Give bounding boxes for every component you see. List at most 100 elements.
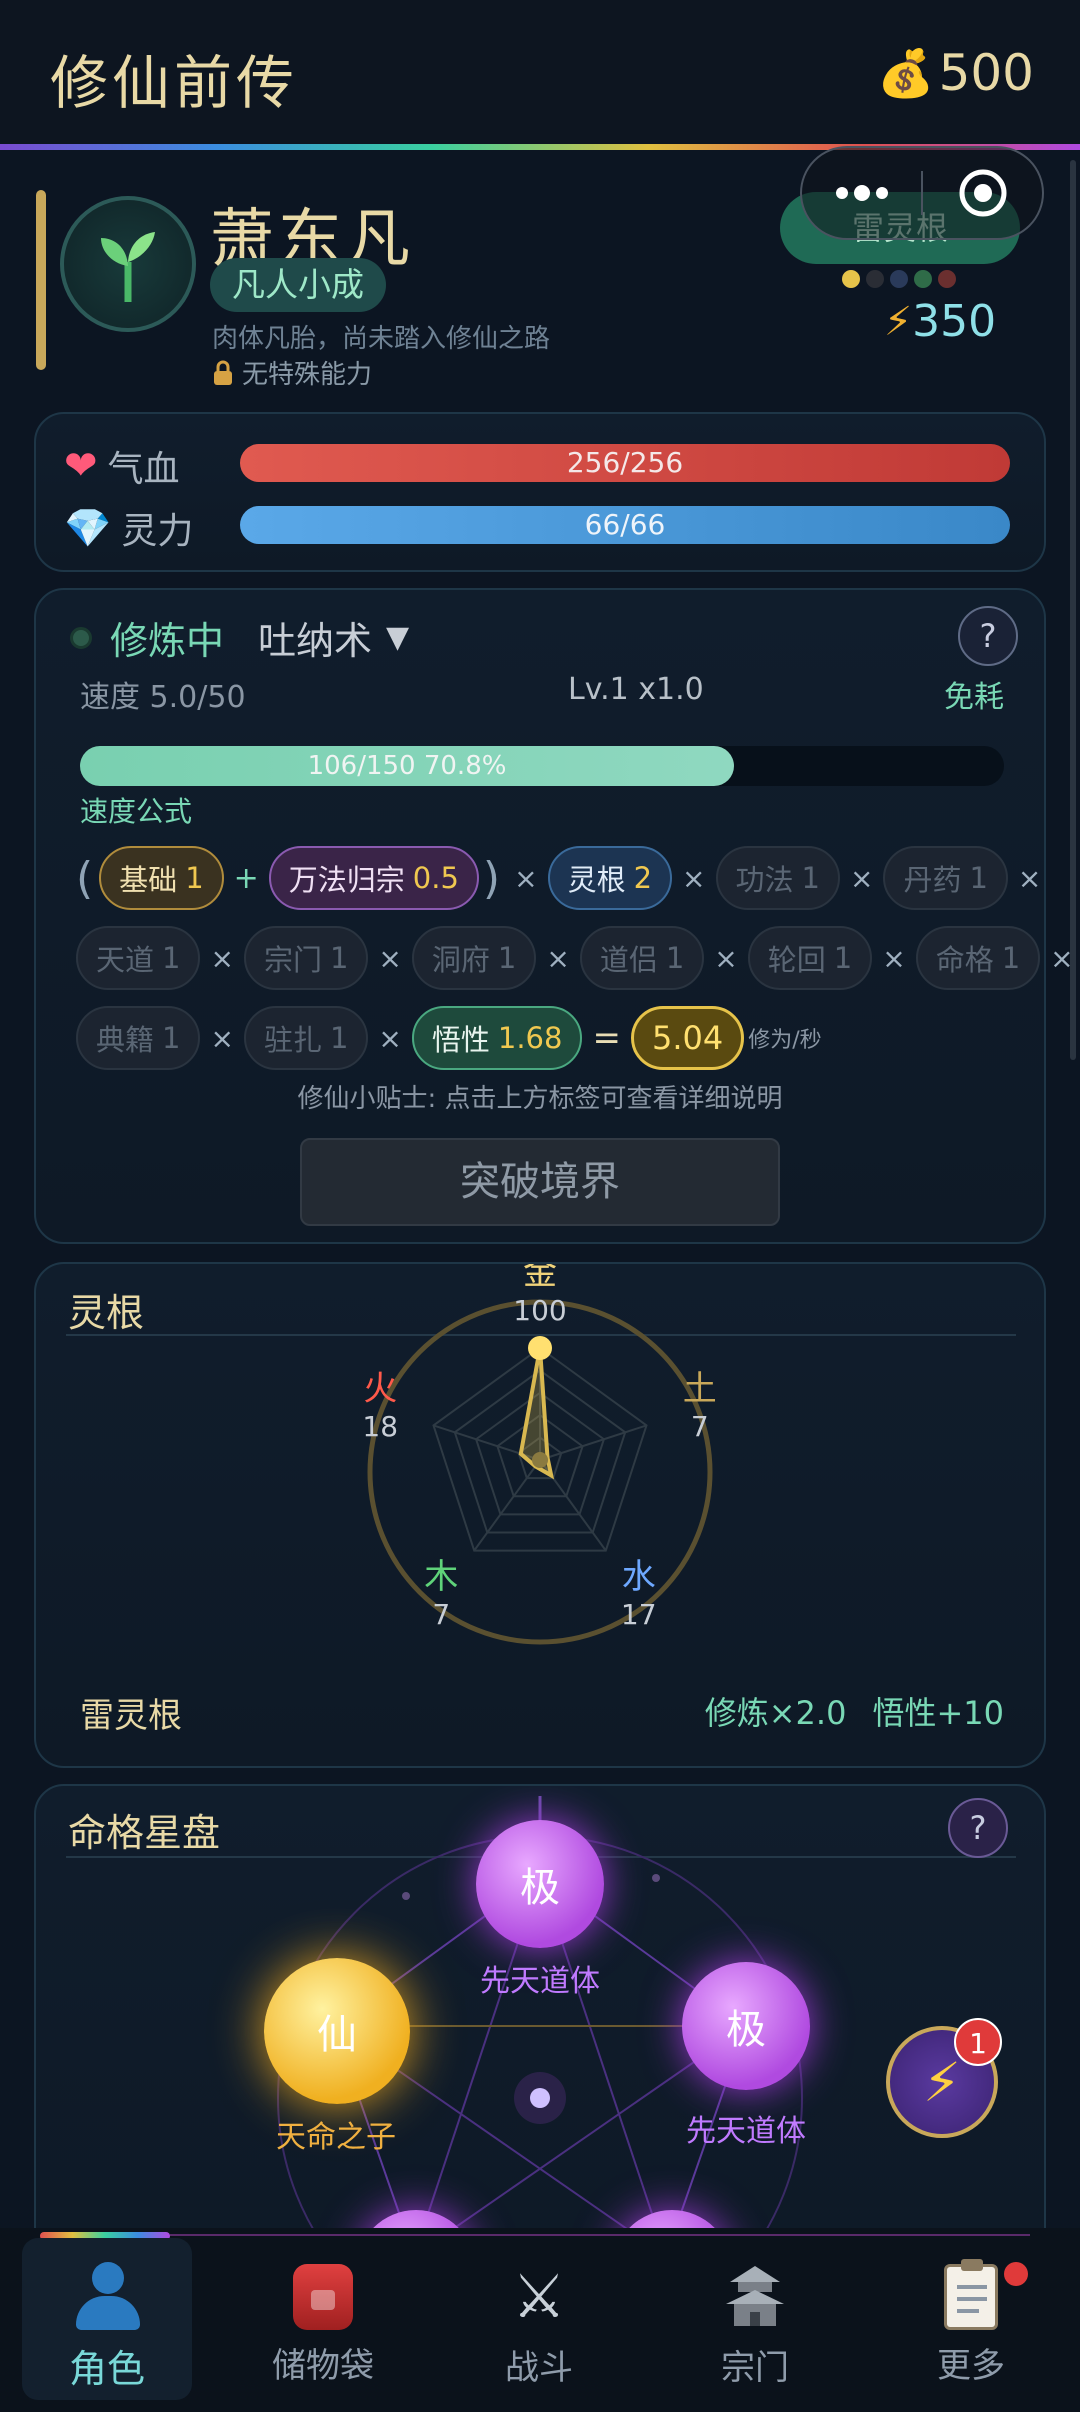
times-sign: × [546,941,570,975]
term-name: 典籍 [96,1023,155,1057]
root-bonuses: 修炼×2.0 悟性+10 [705,1688,1004,1734]
hp-row: ❤ 气血 [64,440,180,492]
term-name: 基础 [119,863,178,897]
element-name: 水 [622,1557,656,1597]
term-name: 万法归宗 [288,863,405,897]
tab-storage[interactable]: 储物袋 [238,2240,408,2400]
mp-row: 💎 灵力 [64,502,193,554]
term-value: 1 [833,941,853,975]
tab-label: 宗门 [721,2348,789,2388]
term-pill[interactable]: 丹药 1 [883,846,1008,910]
term-base[interactable]: 基础 1 [99,846,224,910]
breakthrough-label: 突破境界 [460,1159,620,1205]
term-value: 1.68 [497,1021,563,1055]
times-sign: × [210,941,234,975]
scrollbar[interactable] [1070,160,1076,1060]
plus-sign: + [233,860,259,896]
term-technique[interactable]: 功法 1 [715,846,840,910]
quick-action-button[interactable]: ⚡ 1 [886,2018,1002,2138]
tip-text: 修仙小贴士: 点击上方标签可查看详细说明 [297,1084,783,1114]
element-name: 金 [523,1264,557,1293]
tab-label: 更多 [937,2346,1005,2386]
equals-sign: = [592,1018,621,1058]
formula-row-3: 典籍 1 × 驻扎 1 × 悟性 1.68 = 5.04 修为/秒 [76,1006,822,1070]
ability-line: 无特殊能力 [212,354,372,391]
term-partner[interactable]: 道侣 1 [579,926,705,990]
root-dots [842,270,956,288]
energy-display: ⚡ 350 [884,296,996,347]
term-station[interactable]: 驻扎 1 [243,1006,369,1070]
money-bag-icon: 💰 [877,45,935,100]
times-sign: × [714,941,738,975]
element-name: 木 [424,1557,458,1597]
term-books[interactable]: 典籍 1 [76,1006,201,1070]
element-name: 土 [683,1369,717,1409]
realm-badge[interactable]: 凡人小成 [210,258,386,312]
star-glyph: 极 [520,1865,560,1911]
notification-dot [1004,2262,1028,2286]
crossed-swords-icon: ⚔ [512,2262,566,2332]
breakthrough-button[interactable]: 突破境界 [300,1138,780,1226]
pagoda-icon [726,2266,784,2326]
root-dot [890,270,908,288]
technique-name: 吐纳术 [258,619,373,663]
lightning-icon: ⚡ [884,298,913,345]
mp-label: 灵力 [121,511,194,552]
term-heaven[interactable]: 天道 1 [76,926,201,990]
times-sign: × [210,1021,234,1055]
element-value: 100 [513,1294,566,1327]
term-value: 1 [801,861,820,895]
star-node-left[interactable]: 仙 [264,1958,410,2104]
formula-title: 速度公式 [80,795,193,828]
tab-sect[interactable]: 宗门 [670,2240,840,2400]
term-name: 悟性 [431,1023,490,1057]
tab-character[interactable]: 角色 [22,2238,192,2400]
term-value: 1 [969,861,988,895]
term-value: 1 [497,941,517,975]
tab-more[interactable]: 更多 [886,2240,1056,2400]
paren-close: ) [482,852,501,904]
radar-point [528,1336,552,1360]
gold-amount: 500 [938,44,1034,102]
technique-select[interactable]: 吐纳术 ▼ [258,610,409,665]
dots-icon [835,185,888,201]
term-fate[interactable]: 命格 1 [915,926,1041,990]
star-node-top[interactable]: 极 [476,1820,604,1948]
progress-text: 106/150 70.8% [307,751,507,781]
avatar[interactable] [60,196,196,332]
tab-label: 角色 [68,2347,145,2391]
term-name: 丹药 [903,863,962,897]
star-node-right[interactable]: 极 [682,1962,810,2090]
more-menu-button[interactable] [802,148,921,238]
element-value: 7 [691,1410,709,1443]
cultivation-status: 修炼中 [110,619,225,663]
term-sect[interactable]: 宗门 1 [243,926,369,990]
backpack-icon [293,2264,353,2330]
close-miniprogram-button[interactable] [923,148,1042,238]
tab-divider [170,2234,1030,2236]
paren-open: ( [76,852,94,904]
target-icon [959,169,1006,217]
term-name: 驻扎 [263,1023,322,1057]
term-reincarnation[interactable]: 轮回 1 [747,926,873,990]
cultivation-help-button[interactable]: ? [958,606,1018,666]
term-name: 天道 [96,943,155,977]
clipboard-icon [944,2259,998,2330]
term-name: 功法 [735,863,794,897]
gold-display: 💰 500 [877,44,1034,102]
cultivation-header: 修炼中 吐纳术 ▼ [70,610,409,665]
tab-battle[interactable]: ⚔ 战斗 [454,2240,624,2400]
term-insight[interactable]: 悟性 1.68 [411,1006,583,1070]
root-dot [842,270,860,288]
star-glyph: 仙 [317,2012,357,2058]
times-sign: × [378,941,402,975]
term-name: 轮回 [767,943,826,977]
app-header: 修仙前传 💰 500 [0,0,1080,148]
character-desc: 肉体凡胎，尚未踏入修仙之路 [212,324,551,354]
result-unit: 修为/秒 [748,1028,822,1053]
notification-badge: 1 [954,2018,1002,2066]
term-wanfa[interactable]: 万法归宗 0.5 [268,846,479,910]
term-cave[interactable]: 洞府 1 [411,926,537,990]
hp-text: 256/256 [566,446,684,479]
term-root[interactable]: 灵根 2 [547,846,673,910]
